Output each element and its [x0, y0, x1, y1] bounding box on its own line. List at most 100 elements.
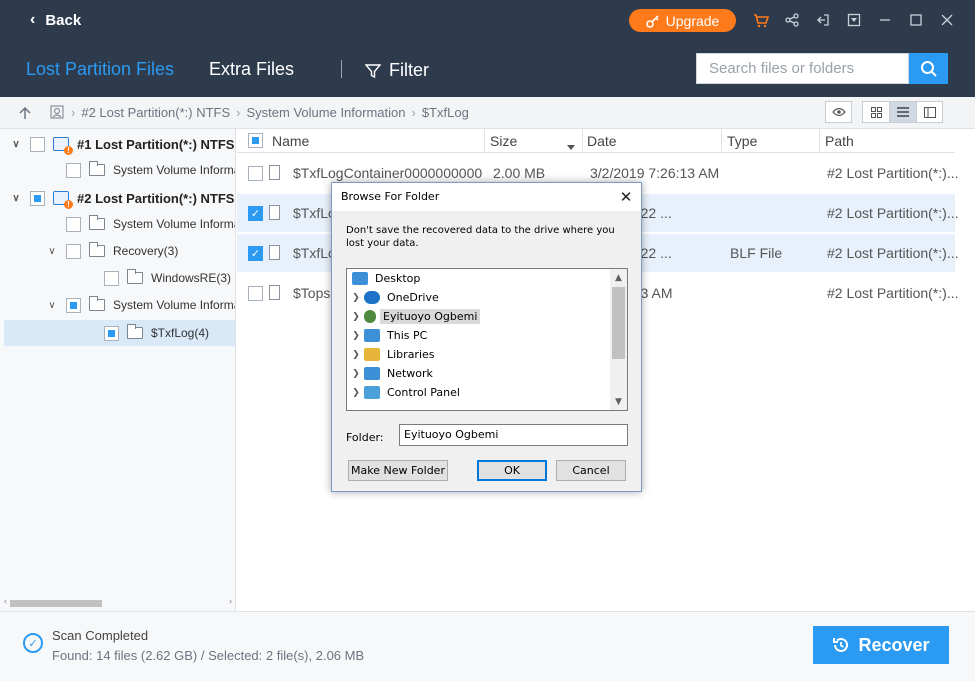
breadcrumb-item[interactable]: System Volume Information	[247, 105, 406, 120]
drive-search-icon	[50, 105, 64, 119]
chevron-right-icon[interactable]: ❯	[350, 312, 362, 322]
ok-button[interactable]: OK	[477, 460, 547, 481]
row-checkbox[interactable]	[248, 166, 263, 181]
column-header-date[interactable]: Date	[587, 133, 617, 149]
column-header-size[interactable]: Size	[490, 133, 517, 149]
chevron-right-icon[interactable]: ❯	[350, 369, 362, 379]
breadcrumb-separator: ›	[411, 105, 416, 120]
folder-tree-item[interactable]: ❯ Control Panel	[350, 383, 463, 402]
cancel-button[interactable]: Cancel	[556, 460, 626, 481]
sort-arrow-icon[interactable]	[567, 137, 575, 153]
tab-lost-partition-files[interactable]: Lost Partition Files	[26, 59, 174, 80]
tree-checkbox[interactable]	[104, 270, 119, 286]
preview-button[interactable]	[825, 101, 852, 123]
chevron-down-icon[interactable]: ∨	[46, 300, 58, 311]
tree-horizontal-scrollbar[interactable]: ‹ ›	[4, 596, 232, 608]
sign-out-icon[interactable]	[814, 10, 832, 30]
scroll-down-icon[interactable]: ▼	[610, 393, 627, 410]
tree-checkbox[interactable]	[104, 325, 119, 341]
upgrade-label: Upgrade	[665, 12, 720, 29]
chevron-down-icon[interactable]: ∨	[46, 246, 58, 257]
tree-checkbox[interactable]	[30, 136, 45, 152]
grid-view-button[interactable]	[862, 101, 889, 123]
dialog-close-icon[interactable]: ✕	[616, 187, 636, 207]
chevron-right-icon[interactable]: ❯	[350, 388, 362, 398]
tree-node-selected[interactable]: $TxfLog(4)	[4, 320, 235, 346]
tree-checkbox[interactable]	[30, 190, 45, 206]
folder-tree-item[interactable]: Desktop	[350, 269, 423, 288]
tree-checkbox[interactable]	[66, 297, 81, 313]
filter-button[interactable]: Filter	[365, 60, 429, 81]
file-list-header: Name Size Date Type Path	[237, 129, 955, 153]
folder-tree-label: Control Panel	[387, 386, 460, 399]
search-input[interactable]: Search files or folders	[696, 53, 909, 84]
up-arrow-icon[interactable]	[18, 106, 32, 120]
breadcrumb-item[interactable]: $TxfLog	[422, 105, 469, 120]
minimize-icon[interactable]	[876, 10, 894, 30]
close-icon[interactable]	[938, 10, 956, 30]
tree-checkbox[interactable]	[66, 243, 81, 259]
dialog-title: Browse For Folder	[341, 190, 440, 203]
cart-icon[interactable]	[752, 10, 770, 30]
folder-tree-item[interactable]: ❯ OneDrive	[350, 288, 442, 307]
chevron-right-icon[interactable]: ❯	[350, 331, 362, 341]
file-path: #2 Lost Partition(*:)...	[827, 245, 959, 261]
tree-node[interactable]: System Volume Informat	[46, 211, 235, 237]
tree-checkbox[interactable]	[66, 216, 81, 232]
status-title: Scan Completed	[52, 628, 149, 643]
column-header-type[interactable]: Type	[727, 133, 757, 149]
file-name: $Tops	[293, 285, 331, 301]
row-checkbox[interactable]: ✓	[248, 246, 263, 261]
select-all-checkbox[interactable]	[248, 133, 263, 148]
tab-extra-files[interactable]: Extra Files	[209, 59, 294, 80]
tree-node[interactable]: ∨ #2 Lost Partition(*:) NTFS	[10, 185, 234, 211]
breadcrumb-separator: ›	[71, 105, 76, 120]
breadcrumb-item[interactable]: #2 Lost Partition(*:) NTFS	[81, 105, 230, 120]
search-button[interactable]	[909, 53, 948, 84]
dropdown-icon[interactable]	[845, 10, 863, 30]
file-size: 2.00 MB	[493, 165, 546, 181]
back-button[interactable]: ‹ Back	[30, 11, 81, 29]
tree-node[interactable]: System Volume Informat	[46, 157, 235, 183]
scrollbar-thumb[interactable]	[612, 287, 625, 359]
tree-checkbox[interactable]	[66, 162, 81, 178]
list-view-button[interactable]	[889, 101, 916, 123]
scroll-right-icon[interactable]: ›	[229, 596, 232, 606]
tree-node[interactable]: ∨ #1 Lost Partition(*:) NTFS	[10, 131, 234, 157]
maximize-icon[interactable]	[907, 10, 925, 30]
scroll-left-icon[interactable]: ‹	[4, 596, 7, 606]
folder-input[interactable]: Eyituoyo Ogbemi	[399, 424, 628, 446]
chevron-down-icon[interactable]: ∨	[10, 139, 22, 150]
file-icon	[269, 245, 280, 260]
tree-node[interactable]: ∨ System Volume Informat	[46, 292, 235, 318]
folder-tree-item[interactable]: ❯ Network	[350, 364, 436, 383]
folder-tree-item[interactable]: ❯ This PC	[350, 326, 430, 345]
folder-tree-item[interactable]: ❯ Libraries	[350, 345, 438, 364]
tree-node[interactable]: ∨ Recovery(3)	[46, 238, 178, 264]
folder-tree-item-selected[interactable]: ❯ Eyituoyo Ogbemi	[350, 307, 481, 326]
scroll-up-icon[interactable]: ▲	[610, 269, 627, 286]
folder-icon	[127, 324, 143, 339]
chevron-right-icon[interactable]: ❯	[350, 293, 362, 303]
make-new-folder-button[interactable]: Make New Folder	[348, 460, 448, 481]
file-path: #2 Lost Partition(*:)...	[827, 205, 959, 221]
share-icon[interactable]	[783, 10, 801, 30]
column-header-name[interactable]: Name	[272, 133, 309, 149]
chevron-right-icon[interactable]: ❯	[350, 350, 362, 360]
recover-button[interactable]: Recover	[813, 626, 949, 664]
column-header-path[interactable]: Path	[825, 133, 854, 149]
check-circle-icon: ✓	[23, 633, 43, 653]
row-checkbox[interactable]: ✓	[248, 206, 263, 221]
chevron-down-icon[interactable]: ∨	[10, 193, 22, 204]
tree-node[interactable]: WindowsRE(3)	[84, 265, 231, 291]
tree-node-label: Recovery(3)	[113, 244, 179, 258]
folder-tree-scrollbar[interactable]: ▲ ▼	[610, 269, 627, 410]
file-icon	[269, 285, 280, 300]
detail-view-button[interactable]	[916, 101, 943, 123]
row-checkbox[interactable]	[248, 286, 263, 301]
upgrade-button[interactable]: Upgrade	[629, 9, 736, 32]
file-path: #2 Lost Partition(*:)...	[827, 285, 959, 301]
user-icon	[364, 310, 376, 323]
scrollbar-thumb[interactable]	[10, 600, 102, 607]
cloud-icon	[364, 291, 380, 304]
